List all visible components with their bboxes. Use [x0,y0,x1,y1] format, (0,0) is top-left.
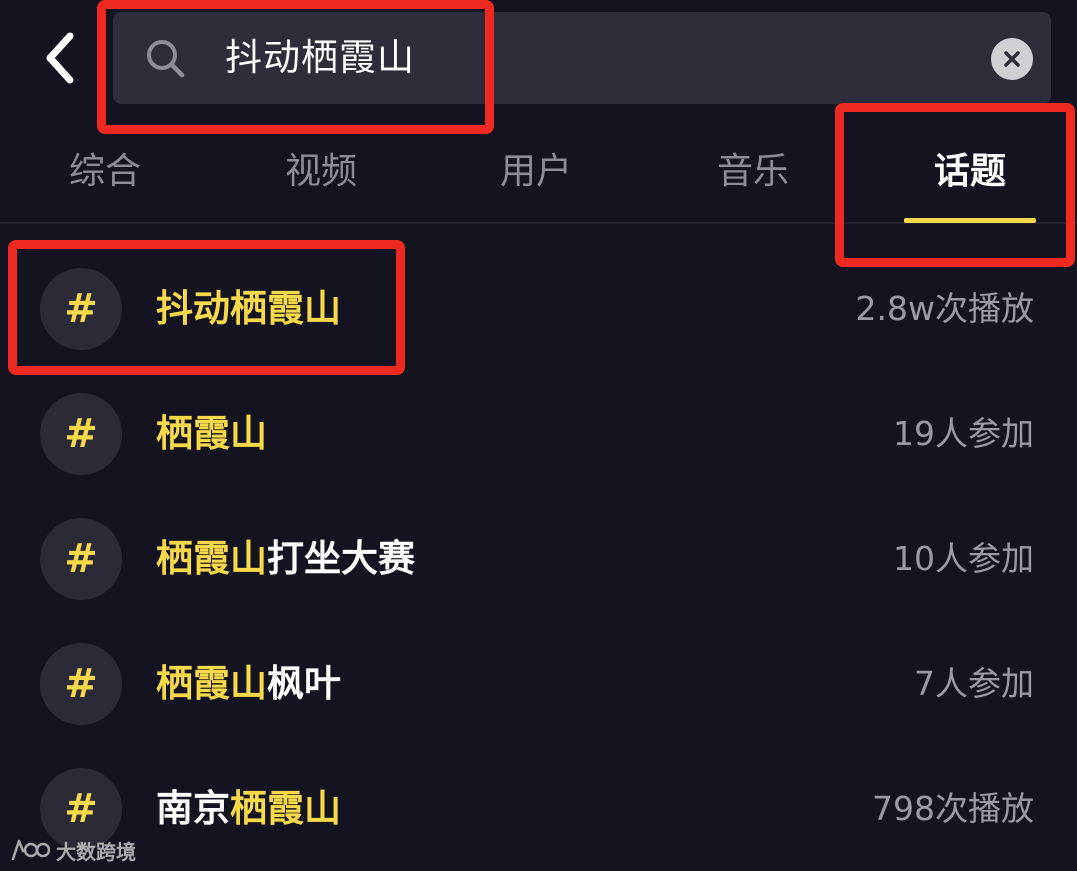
hashtag-icon: # [40,268,122,350]
hashtag-icon: # [40,643,122,725]
tab-videos[interactable]: 视频 [231,118,411,222]
topic-row[interactable]: # 栖霞山打坐大赛 10人参加 [0,496,1077,621]
clear-search-button[interactable] [991,38,1033,80]
search-bar[interactable]: 抖动栖霞山 [113,12,1051,104]
topic-title-highlight: 栖霞山 [230,787,341,830]
topic-row[interactable]: # 栖霞山 19人参加 [0,371,1077,496]
tab-topics[interactable]: 话题 [880,118,1060,222]
topic-title-highlight: 栖霞山 [156,412,267,455]
topic-title: 栖霞山枫叶 [156,621,341,746]
topic-title-highlight: 栖霞山 [156,537,267,580]
topic-row[interactable]: # 抖动栖霞山 2.8w次播放 [0,246,1077,371]
close-icon [1004,51,1020,67]
topic-title-text: 打坐大赛 [267,537,415,580]
hashtag-icon: # [40,518,122,600]
back-button[interactable] [34,28,86,88]
watermark-logo-icon [11,839,50,861]
watermark: 大数跨境 [10,834,136,866]
search-input[interactable]: 抖动栖霞山 [225,12,415,104]
topic-row[interactable]: # 栖霞山枫叶 7人参加 [0,621,1077,746]
topic-stat: 10人参加 [893,539,1034,578]
topic-title-highlight: 栖霞山 [156,662,267,705]
chevron-left-icon [46,32,74,84]
topic-title: 南京栖霞山 [156,746,341,871]
tab-all[interactable]: 综合 [15,118,195,222]
topic-row[interactable]: # 南京栖霞山 798次播放 [0,746,1077,871]
active-tab-indicator [904,218,1036,223]
topic-stat: 798次播放 [872,789,1034,828]
topic-stat: 7人参加 [914,664,1034,703]
tab-users[interactable]: 用户 [446,118,626,222]
watermark-text: 大数跨境 [56,839,136,864]
topic-title: 抖动栖霞山 [156,246,341,371]
topic-title: 栖霞山打坐大赛 [156,496,415,621]
topic-title: 栖霞山 [156,371,267,496]
topic-title-text: 南京 [156,787,230,830]
tab-music[interactable]: 音乐 [663,118,843,222]
topic-title-highlight: 抖动栖霞山 [156,287,341,330]
topic-stat: 2.8w次播放 [855,289,1034,328]
search-icon [147,40,185,78]
topic-title-text: 枫叶 [267,662,341,705]
hashtag-icon: # [40,393,122,475]
search-tabs: 综合 视频 用户 音乐 话题 [0,118,1077,224]
topic-stat: 19人参加 [893,414,1034,453]
